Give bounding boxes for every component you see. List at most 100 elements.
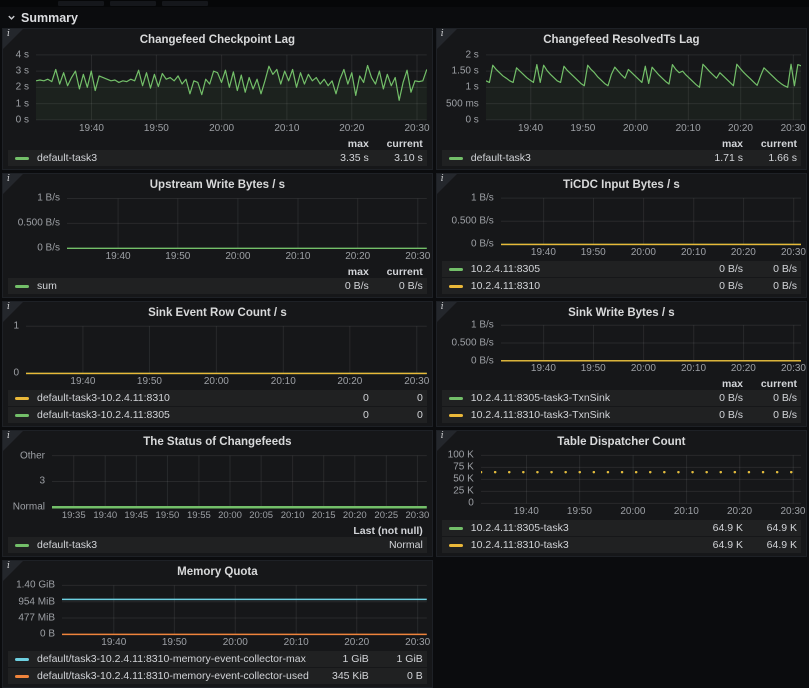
panel-info-corner[interactable]: i xyxy=(437,302,457,322)
series-value: 64.9 K xyxy=(743,539,797,551)
panel-info-corner[interactable]: i xyxy=(3,174,23,194)
panel-title[interactable]: Sink Write Bytes / s xyxy=(442,304,801,322)
series-value: 0 B/s xyxy=(743,392,797,404)
chevron-down-icon[interactable] xyxy=(7,13,16,22)
x-tick-label: 20:00 xyxy=(623,123,648,134)
x-tick-label: 20:10 xyxy=(274,123,299,134)
legend-row: 10.2.4.11:8310-task364.9 K64.9 K xyxy=(442,537,801,553)
panel-title[interactable]: Table Dispatcher Count xyxy=(442,433,801,451)
legend-row: default-task31.71 s1.66 s xyxy=(442,150,801,166)
x-axis-labels: 19:4019:5020:0020:1020:2020:30 xyxy=(26,375,427,389)
plot-area xyxy=(501,194,801,246)
panel-info-corner[interactable]: i xyxy=(437,431,457,451)
row-title[interactable]: Summary xyxy=(21,11,78,25)
legend-header-current[interactable]: current xyxy=(743,138,797,150)
panel-info-corner[interactable]: i xyxy=(437,29,457,49)
chart-canvas[interactable] xyxy=(481,451,801,505)
top-bar-block xyxy=(58,1,104,6)
series-label[interactable]: default/task3-10.2.4.11:8310-memory-even… xyxy=(37,653,309,665)
series-label[interactable]: 10.2.4.11:8305 xyxy=(471,263,683,275)
panel-title[interactable]: Memory Quota xyxy=(8,563,427,581)
y-tick-label: 0 B/s xyxy=(37,243,60,254)
x-tick-label: 20:20 xyxy=(731,363,756,374)
plot-area xyxy=(67,194,427,250)
series-value: 1 GiB xyxy=(309,653,369,665)
x-tick-label: 20:20 xyxy=(731,247,756,258)
x-axis-labels: 19:4019:5020:0020:1020:2020:30 xyxy=(501,362,801,376)
chart-canvas[interactable] xyxy=(52,451,427,509)
y-tick-label: 2 s xyxy=(16,82,29,93)
x-tick-label: 20:20 xyxy=(337,376,362,387)
series-label[interactable]: default-task3-10.2.4.11:8305 xyxy=(37,409,309,421)
top-bar-block xyxy=(110,1,156,6)
y-tick-label: 100 K xyxy=(448,450,474,461)
series-value: 0 B/s xyxy=(743,280,797,292)
chart-canvas[interactable] xyxy=(501,322,801,362)
legend-header-current[interactable]: current xyxy=(369,138,423,150)
series-label[interactable]: default-task3 xyxy=(37,539,389,551)
panel-info-corner[interactable]: i xyxy=(3,29,23,49)
plot-area xyxy=(501,322,801,362)
series-value: 345 KiB xyxy=(309,670,369,682)
chart-canvas[interactable] xyxy=(501,194,801,246)
panel-info-corner[interactable]: i xyxy=(437,174,457,194)
series-label[interactable]: sum xyxy=(37,280,309,292)
series-label[interactable]: 10.2.4.11:8305-task3-TxnSink xyxy=(471,392,683,404)
series-label[interactable]: 10.2.4.11:8310-task3-TxnSink xyxy=(471,409,683,421)
panel-title[interactable]: Changefeed ResolvedTs Lag xyxy=(442,31,801,49)
panel-info-corner[interactable]: i xyxy=(3,561,23,581)
series-label[interactable]: default-task3-10.2.4.11:8310 xyxy=(37,392,309,404)
y-tick-label: 75 K xyxy=(453,462,474,473)
series-label[interactable]: 10.2.4.11:8305-task3 xyxy=(471,522,683,534)
y-axis-labels: 10 xyxy=(8,322,26,375)
chart-canvas[interactable] xyxy=(26,322,427,375)
panel-table-dispatcher-count: iTable Dispatcher Count100 K75 K50 K25 K… xyxy=(436,430,807,557)
series-color-marker xyxy=(15,157,29,160)
legend-row: default-task3Normal xyxy=(8,537,427,553)
legend: default/task3-10.2.4.11:8310-memory-even… xyxy=(8,650,427,685)
chart-canvas[interactable] xyxy=(62,581,427,636)
x-tick-label: 20:30 xyxy=(406,510,430,521)
legend-header-current[interactable]: current xyxy=(369,266,423,278)
legend-header-current[interactable]: current xyxy=(743,378,797,390)
y-tick-label: 1 B/s xyxy=(471,320,494,331)
legend-row: default/task3-10.2.4.11:8310-memory-even… xyxy=(8,651,427,667)
series-label[interactable]: 10.2.4.11:8310 xyxy=(471,280,683,292)
x-tick-label: 20:10 xyxy=(681,247,706,258)
row-header-summary[interactable]: Summary xyxy=(0,7,809,28)
legend-header-max[interactable]: max xyxy=(309,138,369,150)
series-value: 0 B/s xyxy=(683,409,743,421)
panel-sink-write-bytes: iSink Write Bytes / s1 B/s0.500 B/s0 B/s… xyxy=(436,301,807,427)
legend-header-last[interactable]: Last (not null) xyxy=(353,525,422,537)
panel-title[interactable]: TiCDC Input Bytes / s xyxy=(442,176,801,194)
series-label[interactable]: 10.2.4.11:8310-task3 xyxy=(471,539,683,551)
series-value: 0 B xyxy=(369,670,423,682)
x-tick-label: 19:50 xyxy=(581,247,606,258)
x-tick-label: 19:40 xyxy=(101,637,126,648)
legend-header-max[interactable]: max xyxy=(683,138,743,150)
panel-title[interactable]: Sink Event Row Count / s xyxy=(8,304,427,322)
chart-canvas[interactable] xyxy=(67,194,427,250)
series-label[interactable]: default-task3 xyxy=(471,152,683,164)
series-label[interactable]: default-task3 xyxy=(37,152,309,164)
series-color-marker xyxy=(15,397,29,400)
panel-status-of-changefeeds: iThe Status of ChangefeedsOther3Normal19… xyxy=(2,430,433,557)
panel-title[interactable]: Changefeed Checkpoint Lag xyxy=(8,31,427,49)
x-tick-label: 20:10 xyxy=(674,506,699,517)
legend-header-max[interactable]: max xyxy=(683,378,743,390)
legend-header-max[interactable]: max xyxy=(309,266,369,278)
panel-grid: iChangefeed Checkpoint Lag4 s3 s2 s1 s0 … xyxy=(0,28,809,688)
legend-row: 10.2.4.11:83050 B/s0 B/s xyxy=(442,261,801,277)
x-tick-label: 20:15 xyxy=(312,510,336,521)
panel-title[interactable]: The Status of Changefeeds xyxy=(8,433,427,451)
panel-title[interactable]: Upstream Write Bytes / s xyxy=(8,176,427,194)
chart-canvas[interactable] xyxy=(36,49,427,122)
series-label[interactable]: default/task3-10.2.4.11:8310-memory-even… xyxy=(37,670,309,682)
x-tick-label: 20:30 xyxy=(780,506,805,517)
x-tick-label: 20:20 xyxy=(343,510,367,521)
chart-canvas[interactable] xyxy=(486,49,801,122)
panel-info-corner[interactable]: i xyxy=(3,431,23,451)
panel-info-corner[interactable]: i xyxy=(3,302,23,322)
legend: maxcurrent10.2.4.11:8305-task3-TxnSink0 … xyxy=(442,376,801,424)
x-tick-label: 20:00 xyxy=(209,123,234,134)
